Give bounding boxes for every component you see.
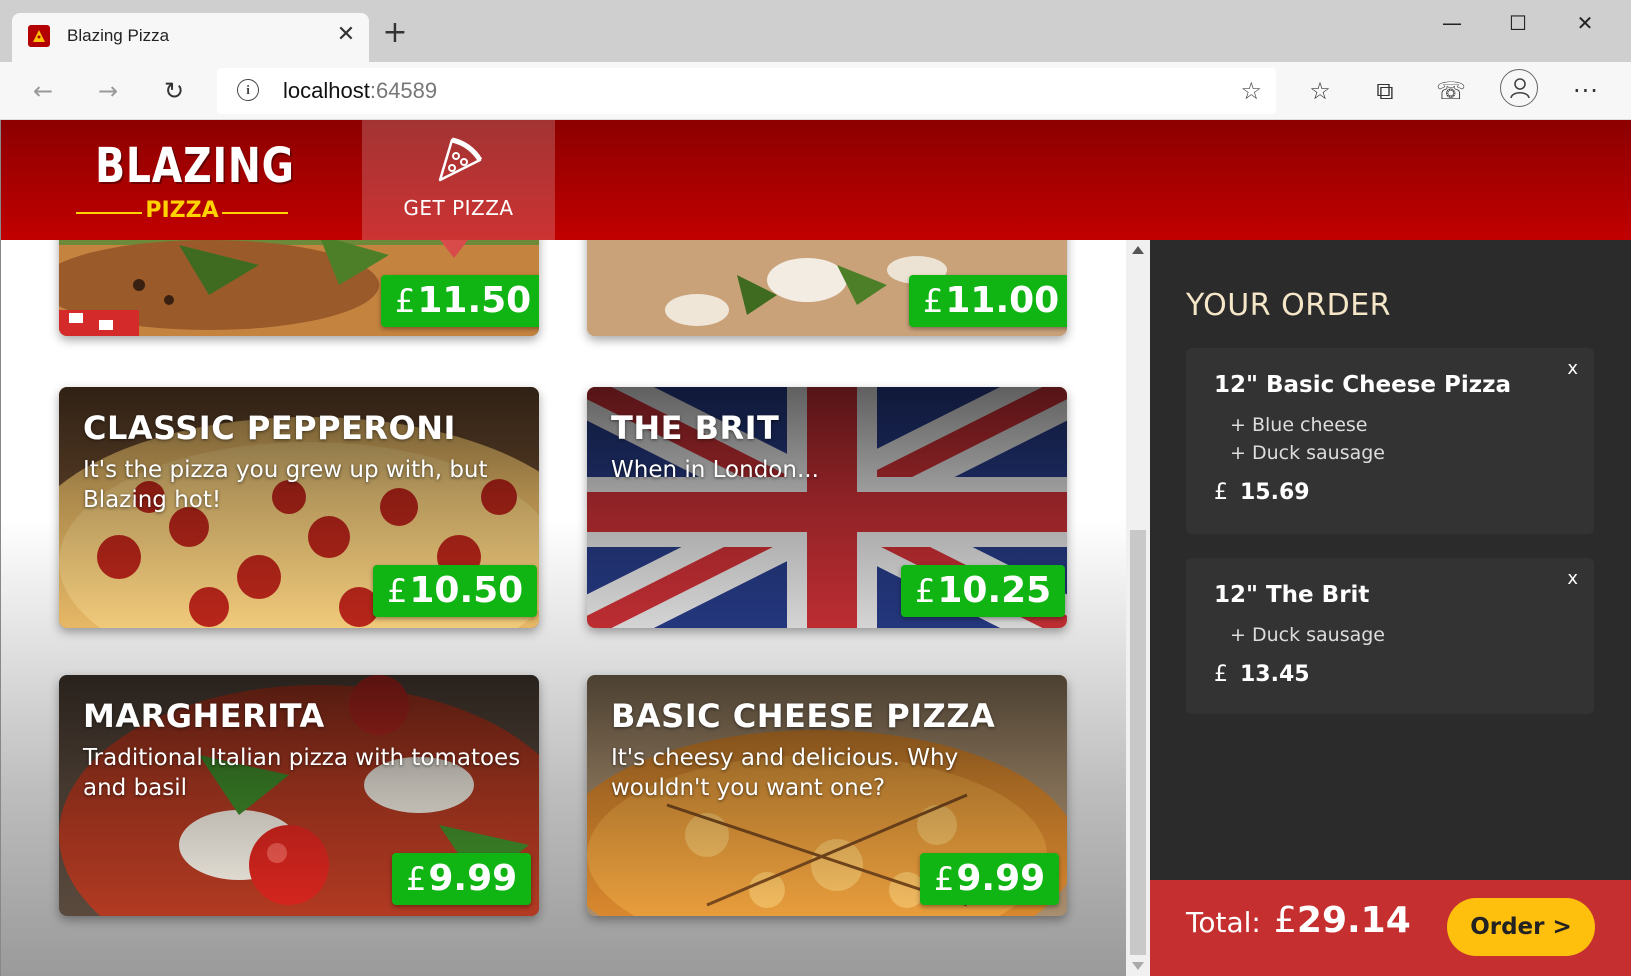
order-item-title: 12" The Brit [1214, 582, 1370, 608]
pizza-list: £11.50 £11.00 CLASSIC PEPPERONI It's the… [0, 240, 1126, 976]
nav-active-indicator [440, 240, 468, 258]
total-value: £29.14 [1274, 900, 1411, 941]
price-badge: £11.00 [909, 275, 1067, 327]
pizza-card[interactable]: £11.00 [587, 240, 1067, 336]
pizza-card[interactable]: CLASSIC PEPPERONI It's the pizza you gre… [59, 387, 539, 628]
forward-arrow-icon[interactable]: → [90, 73, 126, 109]
address-url: localhost:64589 [283, 78, 438, 103]
order-title: YOUR ORDER [1186, 288, 1391, 323]
order-item-price: £13.45 [1214, 662, 1310, 687]
pizza-name: CLASSIC PEPPERONI [83, 409, 456, 447]
pizza-favicon-icon [28, 25, 50, 47]
order-button[interactable]: Order > [1447, 898, 1595, 956]
blazing-pizza-logo[interactable]: BLAZING PIZZA [76, 138, 295, 223]
remove-item-icon[interactable]: x [1567, 358, 1578, 379]
pizza-description: It's the pizza you grew up with, but Bla… [83, 457, 488, 513]
order-item-price: £15.69 [1214, 480, 1310, 505]
order-item-topping: + Blue cheese [1230, 414, 1368, 436]
scroll-thumb[interactable] [1130, 530, 1146, 955]
price-badge: £11.50 [381, 275, 539, 327]
pizza-card[interactable]: BASIC CHEESE PIZZA It's cheesy and delic… [587, 675, 1067, 916]
browser-tab[interactable]: Blazing Pizza ✕ [12, 13, 369, 62]
back-arrow-icon[interactable]: ← [25, 73, 61, 109]
address-bar[interactable]: i localhost:64589 ☆ [217, 68, 1276, 114]
pizza-card[interactable]: THE BRIT When in London... £10.25 [587, 387, 1067, 628]
refresh-icon[interactable]: ↻ [156, 73, 192, 109]
price-badge: £9.99 [920, 853, 1060, 905]
favorite-star-icon[interactable]: ☆ [1240, 77, 1262, 105]
tab-close-icon[interactable]: ✕ [333, 22, 359, 48]
tab-title: Blazing Pizza [67, 26, 170, 45]
remove-item-icon[interactable]: x [1567, 568, 1578, 589]
scroll-down-arrow-icon[interactable] [1132, 962, 1144, 970]
more-menu-icon[interactable]: ··· [1568, 73, 1604, 109]
pizza-description: Traditional Italian pizza with tomatoes … [83, 745, 521, 801]
pizza-name: MARGHERITA [83, 697, 325, 735]
nav-get-pizza-label: GET PIZZA [403, 196, 514, 220]
minimize-icon[interactable]: — [1432, 8, 1472, 38]
pizza-slice-icon [438, 137, 483, 182]
profile-avatar-icon[interactable] [1500, 69, 1538, 107]
pizza-description: When in London... [611, 457, 819, 483]
price-badge: £9.99 [392, 853, 532, 905]
collections-icon[interactable]: ⧉ [1367, 73, 1403, 109]
order-item: 12" The Brit x + Duck sausage £13.45 [1186, 558, 1594, 714]
favorites-icon[interactable]: ☆ [1302, 73, 1338, 109]
pizza-name: THE BRIT [611, 409, 780, 447]
window-close-icon[interactable]: ✕ [1565, 8, 1605, 38]
nav-get-pizza[interactable]: GET PIZZA [362, 120, 555, 240]
site-info-icon[interactable]: i [237, 79, 259, 101]
order-total-bar: Total: £29.14 Order > [1150, 880, 1631, 976]
logo-wordmark-top: BLAZING [95, 138, 295, 194]
maximize-icon[interactable]: ☐ [1498, 8, 1538, 38]
pizza-description: It's cheesy and delicious. Why wouldn't … [611, 745, 959, 801]
order-item-topping: + Duck sausage [1230, 442, 1385, 464]
new-tab-icon[interactable]: + [380, 18, 410, 48]
scroll-up-arrow-icon[interactable] [1132, 246, 1144, 254]
order-item-title: 12" Basic Cheese Pizza [1214, 372, 1512, 398]
order-sidebar: YOUR ORDER 12" Basic Cheese Pizza x + Bl… [1150, 240, 1631, 880]
price-badge: £10.50 [373, 565, 538, 617]
browser-toolbar: ← → ↻ i localhost:64589 ☆ ☆ ⧉ ☏ ··· [0, 62, 1631, 120]
site-header: BLAZING PIZZA GET PIZZA [0, 120, 1631, 240]
pizza-card[interactable]: MARGHERITA Traditional Italian pizza wit… [59, 675, 539, 916]
order-item: 12" Basic Cheese Pizza x + Blue cheese +… [1186, 348, 1594, 534]
main-scrollbar[interactable] [1126, 240, 1150, 976]
logo-divider-right [222, 212, 288, 214]
feedback-icon[interactable]: ☏ [1433, 73, 1469, 109]
logo-wordmark-bottom: PIZZA [145, 198, 219, 223]
order-item-topping: + Duck sausage [1230, 624, 1385, 646]
pizza-name: BASIC CHEESE PIZZA [611, 697, 996, 735]
browser-tab-bar: Blazing Pizza ✕ + — ☐ ✕ [0, 0, 1631, 62]
price-badge: £10.25 [901, 565, 1066, 617]
total-label: Total: [1186, 906, 1261, 939]
